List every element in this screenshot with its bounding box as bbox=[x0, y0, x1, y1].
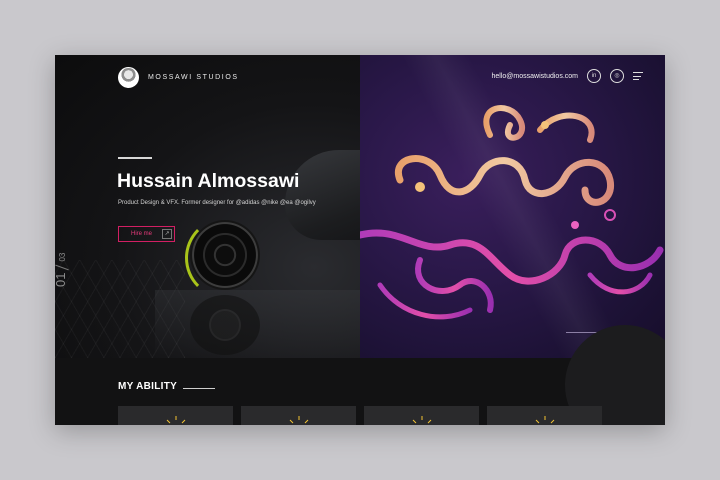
arrow-icon: ↗ bbox=[162, 229, 172, 239]
hero-subtitle: Product Design & VFX. Former designer fo… bbox=[118, 200, 316, 206]
neon-calligraphy-art bbox=[360, 105, 664, 320]
avatar bbox=[118, 67, 139, 88]
lightbulb-icon bbox=[289, 416, 309, 424]
ability-card[interactable] bbox=[364, 406, 479, 425]
slide-counter: 01 03 bbox=[55, 253, 69, 287]
linkedin-icon[interactable]: in bbox=[587, 69, 601, 83]
section-title: MY ABILITY bbox=[118, 381, 178, 392]
hire-me-label: Hire me bbox=[131, 231, 153, 237]
email-link[interactable]: hello@mossawistudios.com bbox=[492, 73, 578, 80]
brand-name: MOSSAWI STUDIOS bbox=[148, 74, 239, 81]
ability-card[interactable] bbox=[241, 406, 356, 425]
title-accent-line bbox=[118, 157, 152, 159]
hero-left-panel: MOSSAWI STUDIOS Hussain Almossawi Produc… bbox=[55, 55, 360, 358]
lightbulb-icon bbox=[535, 416, 555, 424]
wheel-reflection bbox=[190, 295, 260, 355]
ability-card[interactable] bbox=[487, 406, 602, 425]
top-links: hello@mossawistudios.com in ◎ bbox=[492, 69, 643, 83]
hero-right-panel: hello@mossawistudios.com in ◎ bbox=[360, 55, 665, 358]
lightbulb-icon bbox=[412, 416, 432, 424]
slide-total: 03 bbox=[58, 252, 67, 262]
hero-title: Hussain Almossawi bbox=[117, 170, 300, 192]
lightbulb-icon bbox=[166, 416, 186, 424]
section-title-line bbox=[183, 388, 215, 389]
ability-card[interactable] bbox=[118, 406, 233, 425]
hire-me-button[interactable]: Hire me ↗ bbox=[118, 226, 175, 242]
brand[interactable]: MOSSAWI STUDIOS bbox=[118, 67, 239, 88]
ability-cards bbox=[118, 406, 602, 425]
menu-icon[interactable] bbox=[633, 72, 643, 80]
wheel-image bbox=[190, 220, 260, 290]
instagram-icon[interactable]: ◎ bbox=[610, 69, 624, 83]
slide-separator bbox=[55, 264, 69, 270]
car-image bbox=[285, 150, 360, 240]
slide-current: 01 bbox=[55, 272, 68, 287]
website-frame: MOSSAWI STUDIOS Hussain Almossawi Produc… bbox=[55, 55, 665, 425]
